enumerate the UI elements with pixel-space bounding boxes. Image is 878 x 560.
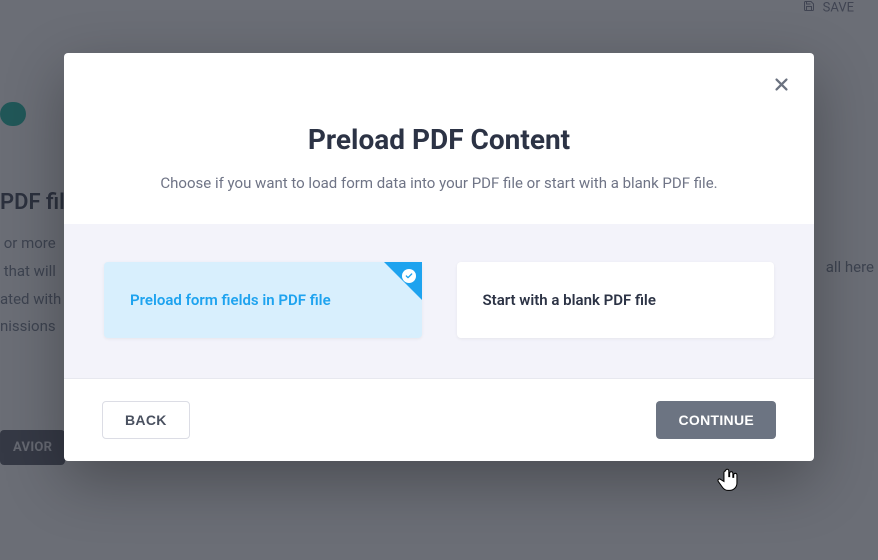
back-button-label: BACK (125, 412, 167, 428)
check-icon (402, 269, 416, 283)
modal-header: Preload PDF Content Choose if you want t… (64, 53, 814, 224)
modal-subtitle: Choose if you want to load form data int… (114, 174, 764, 192)
continue-button[interactable]: CONTINUE (656, 401, 776, 439)
continue-button-label: CONTINUE (678, 412, 754, 428)
close-icon (773, 74, 790, 99)
option-label: Start with a blank PDF file (483, 291, 656, 309)
option-preload-form-fields[interactable]: Preload form fields in PDF file (104, 262, 422, 338)
selected-corner-badge (384, 262, 422, 300)
option-label: Preload form fields in PDF file (130, 291, 331, 309)
modal-body: Preload form fields in PDF file Start wi… (64, 224, 814, 378)
option-blank-pdf[interactable]: Start with a blank PDF file (457, 262, 775, 338)
close-button[interactable] (766, 71, 796, 101)
modal-footer: BACK CONTINUE (64, 378, 814, 461)
back-button[interactable]: BACK (102, 401, 190, 439)
modal-title: Preload PDF Content (114, 123, 764, 156)
preload-pdf-modal: Preload PDF Content Choose if you want t… (64, 53, 814, 461)
